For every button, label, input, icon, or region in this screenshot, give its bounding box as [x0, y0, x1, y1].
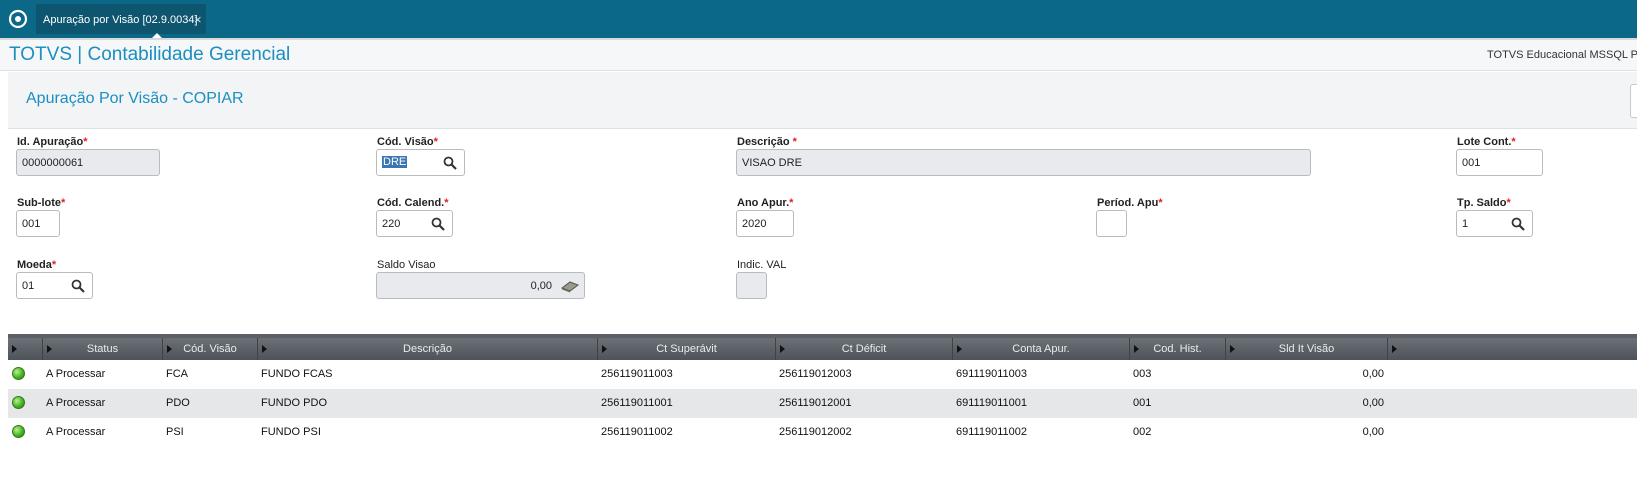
tab-label: Apuração por Visão [02.9.0034]: [43, 14, 198, 26]
cod-visao-value: DRE: [382, 156, 408, 168]
page-title: Apuração Por Visão - COPIAR: [26, 90, 244, 107]
top-bar: Apuração por Visão [02.9.0034] ×: [0, 0, 1637, 39]
column-descricao[interactable]: Descrição: [258, 338, 598, 360]
search-icon[interactable]: [71, 279, 85, 293]
saldo-visao-label: Saldo Visao: [377, 259, 436, 271]
results-grid: Status Cód. Visão Descrição Ct Superávit…: [8, 334, 1637, 485]
column-filler: [1388, 338, 1637, 360]
tab-apuracao-visao[interactable]: Apuração por Visão [02.9.0034] ×: [36, 4, 206, 39]
column-cod-hist[interactable]: Cod. Hist.: [1130, 338, 1226, 360]
saldo-visao-field[interactable]: 0,00: [376, 272, 585, 299]
table-row[interactable]: A Processar PDO FUNDO PDO 256119011001 2…: [8, 389, 1637, 418]
search-icon[interactable]: [431, 217, 445, 231]
sub-lote-field[interactable]: 001: [16, 210, 60, 237]
toolbar-button[interactable]: [1630, 84, 1637, 118]
cod-calend-label: Cód. Calend.*: [377, 197, 449, 209]
calculator-icon[interactable]: [560, 279, 580, 293]
column-ct-superavit[interactable]: Ct Superávit: [598, 338, 776, 360]
moeda-field[interactable]: 01: [16, 272, 93, 299]
tp-saldo-field[interactable]: 1: [1456, 210, 1533, 237]
id-apuracao-field[interactable]: 0000000061: [16, 149, 160, 176]
lote-cont-field[interactable]: 001: [1456, 149, 1543, 176]
period-apu-label: Períod. Apu*: [1097, 197, 1163, 209]
cod-visao-label: Cód. Visão*: [377, 136, 438, 148]
descricao-field[interactable]: VISAO DRE: [736, 149, 1311, 176]
id-apuracao-label: Id. Apuração*: [17, 136, 88, 148]
table-row[interactable]: A Processar PSI FUNDO PSI 256119011002 2…: [8, 418, 1637, 447]
sort-arrow-icon: [1392, 345, 1397, 353]
column-cod-visao[interactable]: Cód. Visão: [163, 338, 258, 360]
period-apu-field[interactable]: [1096, 210, 1127, 237]
cod-calend-field[interactable]: 220: [376, 210, 453, 237]
status-green-icon: [12, 396, 25, 409]
column-conta-apur[interactable]: Conta Apur.: [953, 338, 1130, 360]
header-divider: [0, 38, 1637, 40]
column-sld-it-visao[interactable]: Sld It Visão: [1226, 338, 1388, 360]
lote-cont-label: Lote Cont.*: [1457, 136, 1516, 148]
sort-arrow-icon: [12, 345, 17, 353]
app-title: TOTVS | Contabilidade Gerencial: [9, 44, 291, 65]
environment-label: TOTVS Educacional MSSQL P1: [1487, 49, 1637, 61]
ano-apur-field[interactable]: 2020: [736, 210, 794, 237]
status-green-icon: [12, 425, 25, 438]
tp-saldo-label: Tp. Saldo*: [1457, 197, 1511, 209]
descricao-label: Descrição *: [737, 136, 797, 148]
column-ct-deficit[interactable]: Ct Déficit: [776, 338, 953, 360]
status-green-icon: [12, 367, 25, 380]
sub-lote-label: Sub-lote*: [17, 197, 66, 209]
column-status[interactable]: Status: [43, 338, 163, 360]
indic-val-label: Indic. VAL: [737, 259, 787, 271]
table-row[interactable]: A Processar FCA FUNDO FCAS 256119011003 …: [8, 360, 1637, 389]
cod-visao-field[interactable]: DRE: [376, 149, 465, 176]
ano-apur-label: Ano Apur.*: [737, 197, 794, 209]
search-icon[interactable]: [443, 156, 457, 170]
grid-header: Status Cód. Visão Descrição Ct Superávit…: [8, 338, 1637, 360]
app-logo-icon[interactable]: [8, 9, 28, 29]
indic-val-field[interactable]: [736, 272, 767, 299]
grid-header-selector[interactable]: [8, 338, 43, 360]
close-icon[interactable]: ×: [194, 12, 202, 27]
moeda-label: Moeda*: [17, 259, 57, 271]
search-icon[interactable]: [1511, 217, 1525, 231]
page-header: [8, 72, 1637, 129]
